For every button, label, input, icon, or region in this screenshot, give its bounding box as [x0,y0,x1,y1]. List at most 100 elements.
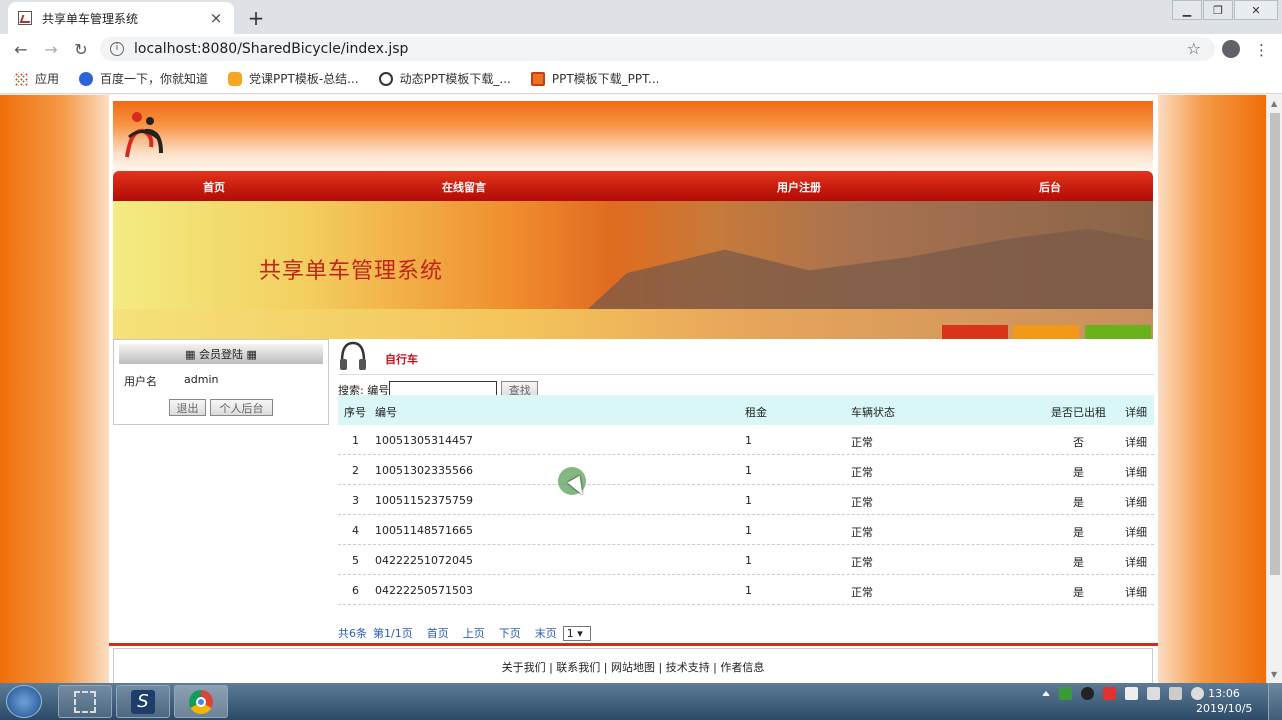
profile-avatar-icon[interactable] [1222,40,1240,58]
ppt-orange-icon [228,71,243,86]
tray-network-monitor-icon[interactable] [1059,687,1072,700]
page-viewport: 首页 在线留言 用户注册 后台 共享单车管理系统 ▦ 会员登陆 ▦ 用户名 ad… [0,95,1266,683]
paint-tool-icon [74,690,96,713]
footer-links[interactable]: 关于我们 | 联系我们 | 网站地图 | 技术支持 | 作者信息 [502,659,765,683]
bicycle-list-section: 自行车 搜索: 编号 查找 序号 编号 租金 车辆状态 是否已出租 详细 1 1 [338,339,1154,641]
col-header-rented: 是否已出租 [1051,406,1106,419]
footer-divider [109,643,1158,646]
window-controls: ▁ ❐ ✕ [1171,0,1278,20]
baidu-paw-icon [79,71,94,86]
page-favicon-icon [18,11,32,25]
bookmark-animated-ppt[interactable]: 动态PPT模板下载_... [378,70,511,87]
table-row: 5 04222251072045 1 正常 是 详细 [338,545,1154,575]
nav-register[interactable]: 用户注册 [777,179,821,195]
pager-page-info: 第1/1页 [373,627,413,640]
section-header: 自行车 [338,339,1154,375]
tab-title: 共享单车管理系统 [42,11,139,26]
login-panel-header: ▦ 会员登陆 ▦ [119,344,323,364]
detail-link[interactable]: 详细 [1125,554,1147,570]
member-login-panel: ▦ 会员登陆 ▦ 用户名 admin 退出 个人后台 [113,339,329,425]
nav-admin[interactable]: 后台 [1039,179,1061,195]
pager-first-link[interactable]: 首页 [427,625,449,641]
nav-home[interactable]: 首页 [203,179,225,195]
table-header-row: 序号 编号 租金 车辆状态 是否已出租 详细 [338,395,1154,425]
tray-network-icon[interactable] [1169,687,1182,700]
reload-icon[interactable]: ↻ [66,40,96,59]
bookmarks-bar: 应用 百度一下，你就知道 党课PPT模板-总结... 动态PPT模板下载_...… [0,64,1282,94]
minimize-icon[interactable]: ▁ [1172,0,1202,20]
personal-backend-button[interactable]: 个人后台 [210,399,273,416]
site-header [113,101,1153,171]
username-value: admin [184,373,219,386]
hero-banner: 共享单车管理系统 [113,201,1153,339]
table-row: 2 10051302335566 1 正常 是 详细 [338,455,1154,485]
address-bar[interactable]: i localhost:8080/SharedBicycle/index.jsp… [100,37,1215,61]
pager-last-link[interactable]: 末页 [535,625,557,641]
show-desktop-button[interactable] [1268,683,1282,720]
tray-arrow-icon[interactable] [1042,691,1050,696]
banner-orange-block [1013,325,1079,339]
banner-title: 共享单车管理系统 [259,259,444,284]
new-tab-button[interactable]: + [246,6,266,30]
pager-next-link[interactable]: 下页 [499,625,521,641]
page-select[interactable]: 1 ▾ [562,625,591,641]
pager-prev-link[interactable]: 上页 [463,625,485,641]
restore-icon[interactable]: ❐ [1203,0,1233,20]
detail-link[interactable]: 详细 [1125,494,1147,510]
nav-message[interactable]: 在线留言 [442,179,486,195]
detail-link[interactable]: 详细 [1125,584,1147,600]
clock-time: 13:06 [1208,687,1240,700]
detail-link[interactable]: 详细 [1125,464,1147,480]
bookmark-apps[interactable]: 应用 [14,70,59,87]
section-title: 自行车 [385,353,418,366]
table-row: 3 10051152375759 1 正常 是 详细 [338,485,1154,515]
taskbar-app-chrome[interactable] [174,685,228,718]
site-footer: 关于我们 | 联系我们 | 网站地图 | 技术支持 | 作者信息 [113,648,1153,683]
tray-usb-icon[interactable] [1147,687,1160,700]
table-row: 4 10051148571665 1 正常 是 详细 [338,515,1154,545]
detail-link[interactable]: 详细 [1125,434,1147,450]
browser-tab[interactable]: 共享单车管理系统 × [8,2,234,34]
forward-arrow-icon[interactable]: → [36,40,66,59]
tray-doc-icon[interactable] [1125,687,1138,700]
site-container: 首页 在线留言 用户注册 后台 共享单车管理系统 ▦ 会员登陆 ▦ 用户名 ad… [109,95,1158,683]
logout-button[interactable]: 退出 [169,399,206,416]
col-header-rent: 租金 [745,406,767,419]
windows-taskbar: S 13:06 2019/10/5 [0,683,1282,720]
scroll-down-icon[interactable]: ▼ [1271,670,1277,679]
apps-grid-icon [14,71,28,86]
table-row: 6 04222250571503 1 正常 是 详细 [338,575,1154,605]
ppt-doc-icon [530,71,545,86]
scroll-up-icon[interactable]: ▲ [1271,99,1277,108]
url-text[interactable]: localhost:8080/SharedBicycle/index.jsp [134,41,408,57]
bookmark-baidu[interactable]: 百度一下，你就知道 [79,70,208,87]
taskbar-app-paint[interactable] [58,685,112,718]
banner-green-block [1085,325,1151,339]
page-scrollbar[interactable]: ▲ ▼ [1266,95,1282,683]
close-window-icon[interactable]: ✕ [1234,0,1278,20]
start-button[interactable] [6,685,42,718]
browser-tab-strip: 共享单车管理系统 × + ▁ ❐ ✕ [0,0,1282,34]
bookmark-ppt-download[interactable]: PPT模板下载_PPT... [530,70,660,87]
headphones-icon [340,341,366,370]
tray-qq-icon[interactable] [1081,687,1094,700]
bookmark-party-ppt[interactable]: 党课PPT模板-总结... [228,70,359,87]
tray-security-icon[interactable] [1103,687,1116,700]
bookmark-star-icon[interactable]: ☆ [1187,39,1201,58]
back-arrow-icon[interactable]: ← [6,40,36,59]
browser-menu-icon[interactable]: ⋮ [1254,41,1269,59]
scrollbar-thumb[interactable] [1270,113,1280,575]
clock-date: 2019/10/5 [1196,702,1253,715]
col-header-status: 车辆状态 [851,406,895,419]
tab-close-icon[interactable]: × [208,9,224,27]
username-label: 用户名 [124,375,157,388]
col-header-number: 编号 [375,406,397,419]
panda-icon [378,71,393,86]
chrome-icon [189,689,213,714]
taskbar-clock[interactable]: 13:06 2019/10/5 [1196,686,1252,716]
table-row: 1 10051305314457 1 正常 否 详细 [338,425,1154,455]
detail-link[interactable]: 详细 [1125,524,1147,540]
pager-total: 共6条 [338,627,367,640]
site-info-icon[interactable]: i [110,42,124,56]
taskbar-app-s[interactable]: S [116,685,170,718]
